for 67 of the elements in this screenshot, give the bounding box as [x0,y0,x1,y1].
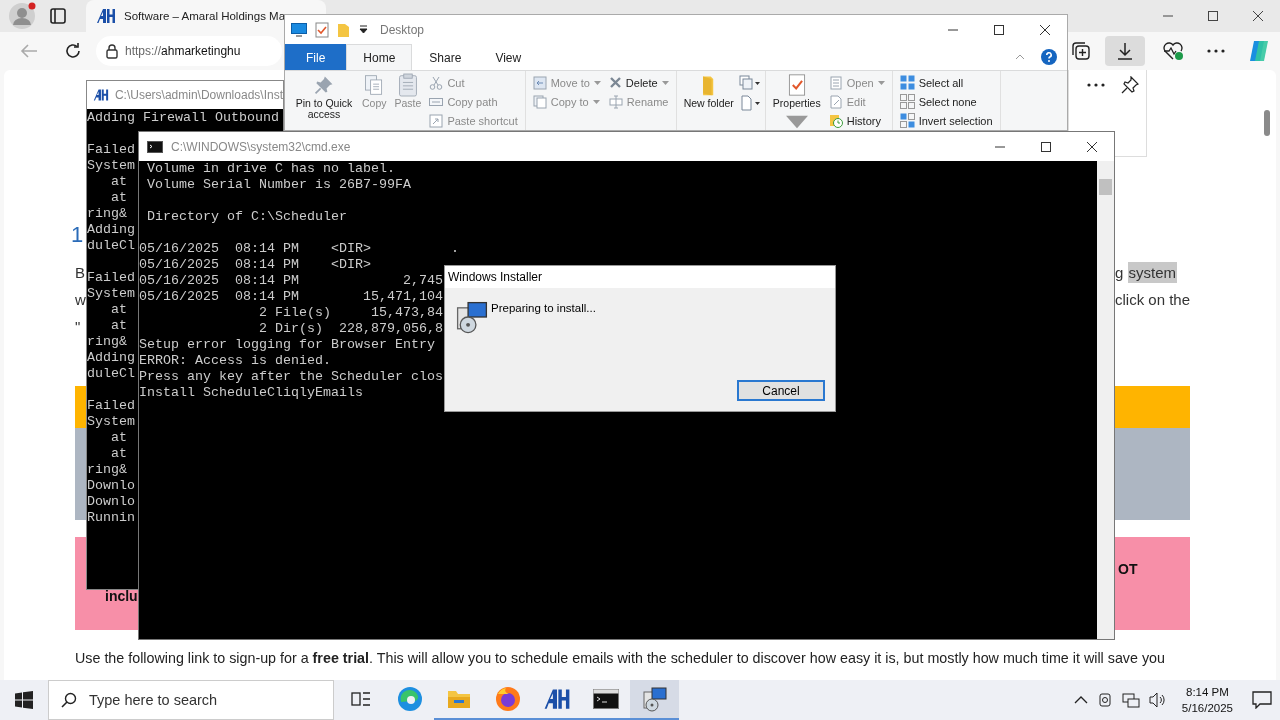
console-line: 05/16/2025 08:14 PM 2,745 [139,273,443,289]
ribbon-button[interactable]: History [825,111,888,130]
console-line: System [87,286,135,302]
console-line: at [110,174,127,190]
ribbon-button[interactable]: Select none [896,92,996,111]
window-title: C:\WINDOWS\system32\cmd.exe [171,139,351,154]
paragraph-text: B [75,264,85,281]
console-line: Volume Serial Number is 26B7-99FA [146,177,411,193]
paragraph-text: " [75,318,81,335]
console-line: ring& [87,206,127,222]
console-line: Runnin [87,510,135,526]
ribbon-button[interactable]: Delete [605,73,672,92]
dialog-title: Windows Installer [445,266,835,288]
console-line: Volume in drive C has no label. [146,161,395,177]
console-line: System [87,158,135,174]
status-message: Preparing to install... [491,302,596,314]
window-title: Desktop [380,22,425,37]
console-line: Failed [87,398,135,414]
console-line: ERROR: Access is denied. [139,353,331,369]
paragraph-text: w [75,291,86,308]
console-line: Directory of C:\Scheduler [146,209,347,225]
console-line: at [110,190,127,206]
console-line: duleCl [87,366,135,382]
paragraph-text: Use the following link to sign-up for a free trial. This will allow you to schedule emails with the scheduler to discover how easy it is, but mostly how much time it will save you [75,650,1165,666]
console-line: 2 Dir(s) 228,879,056,8 [257,321,443,337]
paragraph-text: g system [1115,264,1178,281]
console-line: ring& [87,462,127,478]
console-line: at [110,430,127,446]
banner-text: OT [1118,561,1138,577]
console-line: at [110,318,127,334]
console-line: Adding [87,222,135,238]
console-line: Adding [87,350,135,366]
section-number: 1 [71,222,84,248]
ribbon-tab[interactable]: Share [412,44,479,70]
paragraph-text: click on the [1115,291,1191,308]
browser-tab[interactable]: Software – Amaral Holdings Ma [86,0,326,32]
console-line: 05/16/2025 08:14 PM 15,471,104 [139,289,443,305]
console-line: Failed [87,142,135,158]
console-line: Adding Firewall Outbound [87,110,279,126]
console-line: 2 File(s) 15,473,84 [257,305,443,321]
console-line: Install ScheduleCliqlyEmails [139,385,363,401]
ribbon-button[interactable]: Pin to Quick access [291,71,357,130]
console-line: at [110,302,127,318]
ribbon-tab[interactable]: Home [346,44,413,70]
console-line: Press any key after the Scheduler clos [139,369,443,385]
console-line: Failed [87,270,135,286]
console-line: at [110,446,127,462]
address-bar[interactable]: https://ahmarketinghu [96,36,282,66]
console-line: ring& [87,334,127,350]
console-line: Setup error logging for Browser Entry [139,337,435,353]
console-line: System [87,414,135,430]
console-line: Downlo [87,478,135,494]
ribbon-button[interactable]: Invert selection [896,111,996,130]
ribbon-tab[interactable]: File [285,44,347,70]
ribbon-button[interactable]: Properties [769,71,824,130]
console-line: duleCl [87,238,135,254]
console-line: 05/16/2025 08:14 PM <DIR> . [139,241,459,257]
window-title: C:\Users\admin\Downloads\Inst [114,88,283,102]
console-line: Downlo [87,494,135,510]
cancel-button[interactable]: Cancel [737,380,825,401]
search-field[interactable]: Type here to search [48,680,334,720]
ribbon-tab[interactable]: View [478,44,539,70]
ribbon-button[interactable]: New folder [680,71,737,130]
banner-text: inclu [105,588,138,604]
clock[interactable]: 8:14 PM 5/16/2025 [1181,684,1233,716]
console-line: 05/16/2025 08:14 PM <DIR> [139,257,371,273]
ribbon-button[interactable]: Select all [896,73,996,92]
